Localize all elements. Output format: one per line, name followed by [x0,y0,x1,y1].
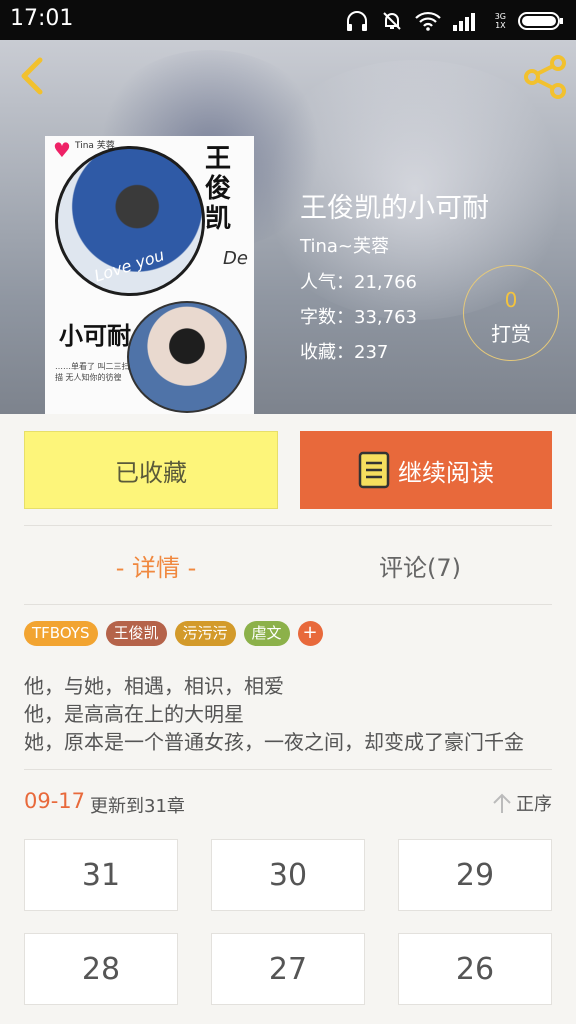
update-date: 09-17 [24,789,86,813]
headphones-icon [346,11,367,31]
reward-value: 0 [504,288,518,312]
description-line: 他，是高高在上的大明星 [24,702,244,726]
cover-de-text: De [223,248,248,269]
tag-chip[interactable]: TFBOYS [24,621,98,646]
word-count-stat: 字数：33,763 [300,307,417,328]
status-icons: 3G 1X [345,8,564,34]
favorite-label: 已收藏 [115,458,187,487]
tab-comments[interactable]: 评论(7) [288,548,552,583]
description-line: 她，原本是一个普通女孩，一夜之间，却变成了豪门千金 [24,730,524,754]
book-icon [358,451,390,489]
chapter-button[interactable]: 30 [211,839,365,911]
chapter-button[interactable]: 28 [24,933,178,1005]
chapter-button[interactable]: 26 [398,933,552,1005]
share-icon [524,55,566,99]
network-type: 3G 1X [494,12,506,30]
tag-chip[interactable]: 污污污 [174,621,236,646]
add-tag-button[interactable]: + [297,621,323,646]
cover-photo-2 [127,301,247,413]
back-button[interactable] [12,54,52,98]
continue-reading-label: 继续阅读 [398,458,494,487]
bell-off-icon [382,12,401,30]
cover-scribble: ……单看了 叫二三扫描 无人知你的彷徨 [55,362,130,382]
popularity-stat: 人气：21,766 [300,272,417,293]
back-arrow-icon [21,57,43,95]
continue-reading-button[interactable]: 继续阅读 [300,431,552,509]
book-description[interactable]: 他，与她，相遇，相识，相爱 他，是高高在上的大明星 她，原本是一个普通女孩，一夜… [24,672,552,756]
arrow-up-icon [493,793,511,813]
book-author[interactable]: Tina~芙蓉 [300,232,389,258]
wifi-icon [414,11,441,31]
share-button[interactable] [522,54,568,100]
status-bar: 17:01 3G 1X [0,0,576,40]
book-title: 王俊凯的小可耐 [300,193,489,224]
tag-chip[interactable]: 虐文 [243,621,290,646]
signal-icon [452,13,475,31]
book-cover[interactable]: ♥ Tina 芙蓉 王俊凯 Love you De 小可耐 ……单看了 叫二三扫… [45,136,254,414]
favorite-button[interactable]: 已收藏 [24,431,278,509]
tab-detail[interactable]: - 详情 - [24,548,288,583]
divider [24,525,552,526]
description-line: 他，与她，相遇，相识，相爱 [24,674,284,698]
chapter-button[interactable]: 31 [24,839,178,911]
battery-icon [518,12,563,30]
reward-label: 打赏 [491,322,531,346]
reward-button[interactable]: 0 打赏 [463,265,559,361]
tag-list: TFBOYS 王俊凯 污污污 虐文 + [24,621,323,646]
divider [24,604,552,605]
update-text: 更新到31章 [90,796,185,817]
cover-name-vertical: 王俊凯 [205,144,232,234]
divider [24,769,552,770]
favorites-stat: 收藏：237 [300,342,389,363]
chapter-button[interactable]: 29 [398,839,552,911]
tag-chip[interactable]: 王俊凯 [105,621,167,646]
heart-icon: ♥ [53,138,71,162]
sort-order-button[interactable]: 正序 [492,790,552,816]
status-time: 17:01 [10,6,74,31]
cover-subtitle: 小可耐 [59,321,131,350]
sort-order-label: 正序 [516,794,552,815]
chapter-button[interactable]: 27 [211,933,365,1005]
